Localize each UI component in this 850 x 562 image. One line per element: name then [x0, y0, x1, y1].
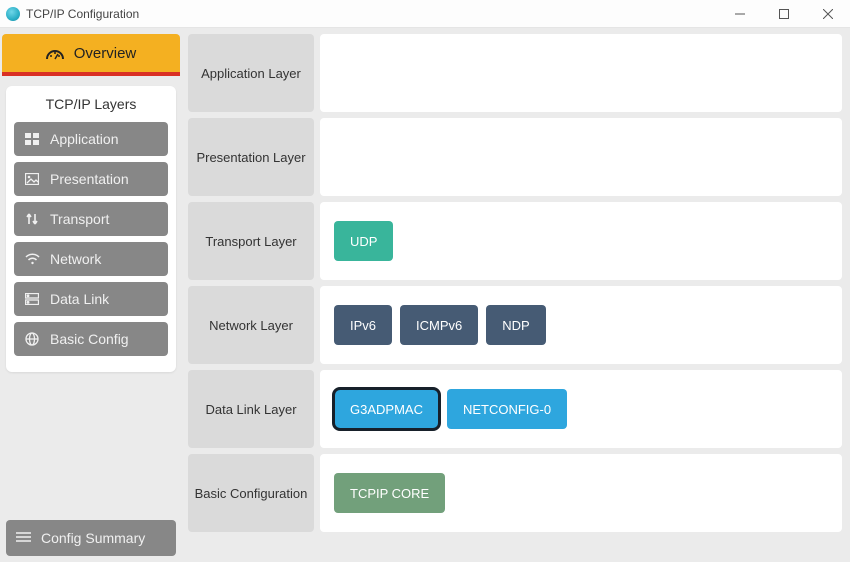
- sidebar-item-application[interactable]: Application: [14, 122, 168, 156]
- sidebar-item-presentation[interactable]: Presentation: [14, 162, 168, 196]
- chip-netconfig0[interactable]: NETCONFIG-0: [447, 389, 567, 429]
- sidebar-item-label: Presentation: [50, 171, 129, 187]
- row-basic: Basic Configuration TCPIP CORE: [188, 454, 842, 532]
- window-title: TCP/IP Configuration: [26, 7, 139, 21]
- sidebar-item-basicconfig[interactable]: Basic Config: [14, 322, 168, 356]
- arrows-vertical-icon: [24, 212, 40, 226]
- row-label-network: Network Layer: [188, 286, 314, 364]
- row-body-network: IPv6 ICMPv6 NDP: [320, 286, 842, 364]
- layers-card-title: TCP/IP Layers: [14, 96, 168, 112]
- chip-tcpipcore[interactable]: TCPIP CORE: [334, 473, 445, 513]
- sidebar: Overview TCP/IP Layers Application Prese…: [0, 28, 182, 562]
- row-body-application: [320, 34, 842, 112]
- overview-tab[interactable]: Overview: [2, 34, 180, 76]
- config-summary-button[interactable]: Config Summary: [6, 520, 176, 556]
- chip-ndp[interactable]: NDP: [486, 305, 545, 345]
- config-summary-label: Config Summary: [41, 530, 145, 546]
- globe-icon: [24, 332, 40, 346]
- row-body-datalink: G3ADPMAC NETCONFIG-0: [320, 370, 842, 448]
- close-icon: [823, 9, 833, 19]
- row-label-presentation: Presentation Layer: [188, 118, 314, 196]
- sidebar-item-label: Data Link: [50, 291, 109, 307]
- titlebar: TCP/IP Configuration: [0, 0, 850, 28]
- chip-ipv6[interactable]: IPv6: [334, 305, 392, 345]
- overview-label: Overview: [74, 45, 137, 62]
- minimize-button[interactable]: [718, 0, 762, 28]
- sidebar-item-network[interactable]: Network: [14, 242, 168, 276]
- server-icon: [24, 292, 40, 306]
- row-body-basic: TCPIP CORE: [320, 454, 842, 532]
- image-icon: [24, 172, 40, 186]
- chip-g3adpmac[interactable]: G3ADPMAC: [334, 389, 439, 429]
- row-body-transport: UDP: [320, 202, 842, 280]
- minimize-icon: [735, 9, 745, 19]
- row-body-presentation: [320, 118, 842, 196]
- row-label-application: Application Layer: [188, 34, 314, 112]
- dashboard-icon: [46, 47, 64, 59]
- sidebar-item-datalink[interactable]: Data Link: [14, 282, 168, 316]
- main-content: Application Layer Presentation Layer Tra…: [182, 28, 850, 562]
- row-presentation: Presentation Layer: [188, 118, 842, 196]
- row-application: Application Layer: [188, 34, 842, 112]
- list-icon: [16, 530, 31, 546]
- row-label-datalink: Data Link Layer: [188, 370, 314, 448]
- sidebar-item-transport[interactable]: Transport: [14, 202, 168, 236]
- row-label-transport: Transport Layer: [188, 202, 314, 280]
- sidebar-item-label: Application: [50, 131, 119, 147]
- maximize-icon: [779, 9, 789, 19]
- row-transport: Transport Layer UDP: [188, 202, 842, 280]
- wifi-icon: [24, 252, 40, 266]
- row-network: Network Layer IPv6 ICMPv6 NDP: [188, 286, 842, 364]
- row-label-basic: Basic Configuration: [188, 454, 314, 532]
- row-datalink: Data Link Layer G3ADPMAC NETCONFIG-0: [188, 370, 842, 448]
- grid-icon: [24, 132, 40, 146]
- sidebar-item-label: Network: [50, 251, 101, 267]
- layers-card: TCP/IP Layers Application Presentation T…: [6, 86, 176, 372]
- sidebar-item-label: Transport: [50, 211, 109, 227]
- maximize-button[interactable]: [762, 0, 806, 28]
- chip-icmpv6[interactable]: ICMPv6: [400, 305, 478, 345]
- chip-udp[interactable]: UDP: [334, 221, 393, 261]
- close-button[interactable]: [806, 0, 850, 28]
- app-icon: [6, 7, 20, 21]
- sidebar-item-label: Basic Config: [50, 331, 129, 347]
